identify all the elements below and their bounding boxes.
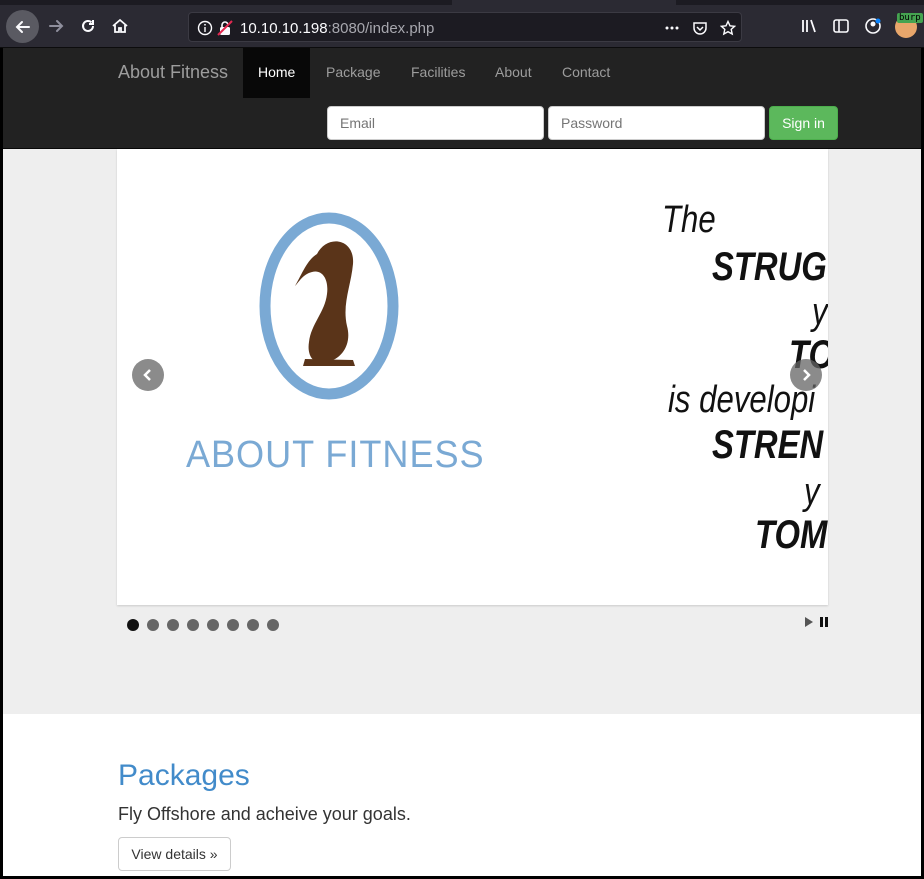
quote-line-7: y: [804, 471, 820, 513]
carousel-dot-4[interactable]: [187, 619, 199, 631]
carousel-dot-6[interactable]: [227, 619, 239, 631]
url-bar[interactable]: 10.10.10.198:8080/index.php: [188, 12, 742, 42]
packages-heading: Packages: [118, 759, 250, 792]
carousel-indicators: [127, 619, 279, 631]
quote-line-3: y: [812, 291, 828, 333]
packages-section: Packages Fly Offshore and acheive your g…: [3, 714, 921, 876]
carousel-slide[interactable]: ABOUT FITNESS The STRUG y TO is developi…: [117, 149, 828, 605]
nav-facilities[interactable]: Facilities: [396, 48, 480, 98]
arrow-right-icon: [49, 20, 64, 32]
carousel-dot-2[interactable]: [147, 619, 159, 631]
reload-button[interactable]: [72, 10, 104, 42]
burp-badge: burp: [897, 13, 923, 23]
url-path: :8080/index.php: [327, 20, 435, 37]
pocket-icon[interactable]: [692, 20, 708, 36]
quote-line-1: The: [662, 199, 716, 241]
more-actions-icon[interactable]: [664, 20, 680, 36]
chevron-left-icon: [143, 369, 151, 381]
carousel-next-button[interactable]: [790, 359, 822, 391]
info-icon[interactable]: [197, 20, 213, 36]
quote-line-8: TOM: [755, 513, 828, 557]
url-host: 10.10.10.198: [240, 20, 328, 37]
library-icon[interactable]: [800, 16, 818, 36]
logo-text: ABOUT FITNESS: [186, 434, 485, 476]
nav-contact[interactable]: Contact: [547, 48, 625, 98]
site-navbar: About Fitness Home Package Facilities Ab…: [3, 48, 921, 149]
carousel-prev-button[interactable]: [132, 359, 164, 391]
quote-line-2: STRUG: [712, 245, 827, 289]
home-icon: [112, 18, 128, 33]
email-input[interactable]: [327, 106, 544, 140]
browser-toolbar: 10.10.10.198:8080/index.php burp: [0, 0, 924, 48]
insecure-lock-icon[interactable]: [217, 20, 233, 36]
forward-button[interactable]: [40, 10, 72, 42]
account-icon[interactable]: [864, 16, 882, 36]
nav-home[interactable]: Home: [243, 48, 311, 98]
window-border-left: [0, 48, 3, 879]
quote-line-6: STREN: [712, 423, 824, 467]
back-button[interactable]: [6, 10, 39, 43]
active-tab[interactable]: [452, 0, 676, 5]
carousel-dot-3[interactable]: [167, 619, 179, 631]
sidebar-icon[interactable]: [832, 16, 850, 36]
reload-icon: [82, 19, 94, 32]
view-details-button[interactable]: View details »: [118, 837, 231, 871]
play-icon[interactable]: [804, 616, 814, 628]
site-brand[interactable]: About Fitness: [118, 62, 228, 82]
carousel-dot-1[interactable]: [127, 619, 139, 631]
home-button[interactable]: [104, 10, 136, 42]
carousel-dot-8[interactable]: [267, 619, 279, 631]
pause-icon[interactable]: [819, 616, 829, 628]
carousel-section: ABOUT FITNESS The STRUG y TO is developi…: [3, 149, 921, 714]
bookmark-star-icon[interactable]: [720, 20, 736, 36]
web-page: About Fitness Home Package Facilities Ab…: [3, 48, 921, 876]
sign-in-button[interactable]: Sign in: [769, 106, 838, 140]
arrow-left-icon: [15, 20, 30, 33]
url-text[interactable]: 10.10.10.198:8080/index.php: [240, 20, 434, 37]
tab-strip: [0, 0, 924, 5]
chevron-right-icon: [803, 369, 811, 381]
carousel-dot-5[interactable]: [207, 619, 219, 631]
packages-text: Fly Offshore and acheive your goals.: [118, 804, 411, 824]
carousel-dot-7[interactable]: [247, 619, 259, 631]
burp-extension-icon[interactable]: burp: [895, 13, 923, 38]
password-input[interactable]: [548, 106, 765, 140]
nav-about[interactable]: About: [480, 48, 547, 98]
nav-package[interactable]: Package: [311, 48, 395, 98]
